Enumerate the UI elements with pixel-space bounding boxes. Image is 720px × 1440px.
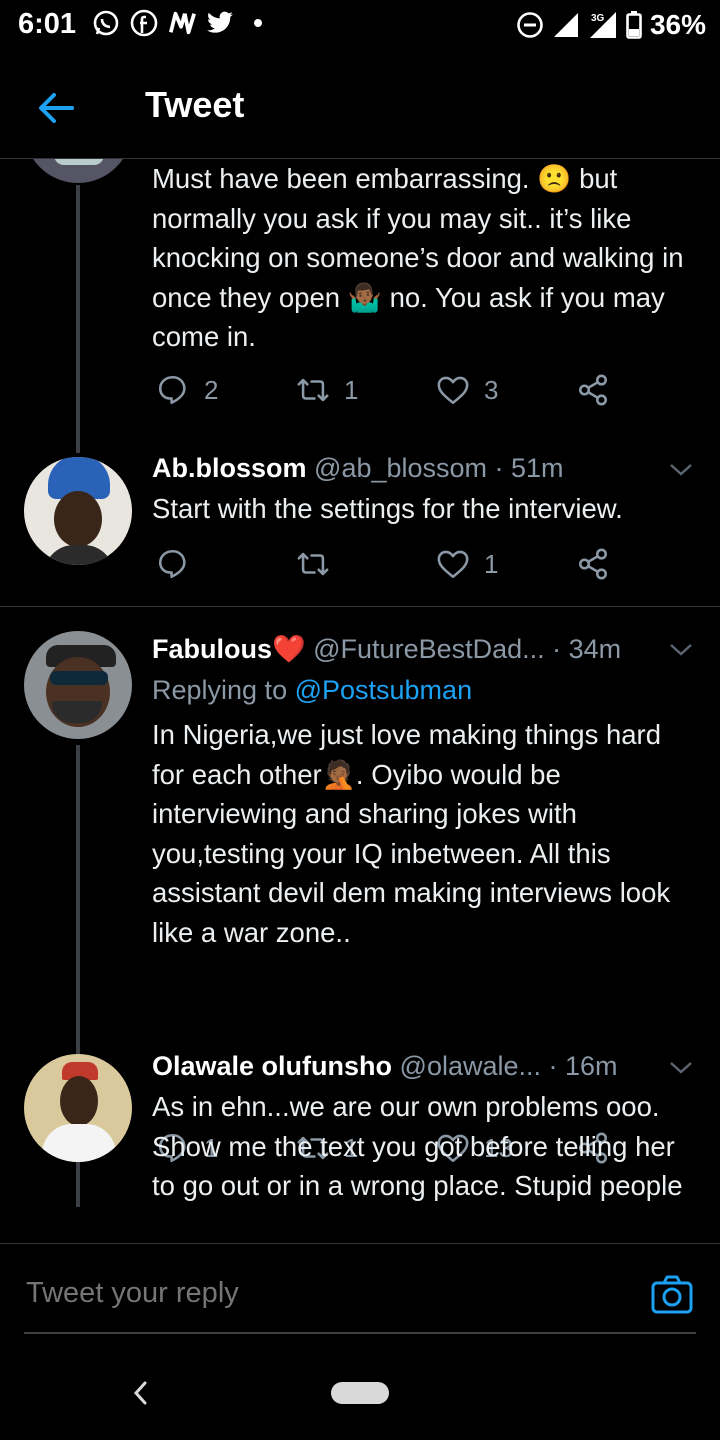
twitter-icon bbox=[206, 9, 234, 37]
camera-button[interactable] bbox=[650, 1274, 694, 1316]
nav-back-button[interactable] bbox=[128, 1378, 152, 1408]
reply-underline bbox=[24, 1332, 696, 1334]
heart-icon bbox=[437, 376, 469, 405]
arrow-left-icon bbox=[39, 93, 74, 123]
display-name[interactable]: Ab.blossom bbox=[152, 453, 307, 483]
reply-button[interactable]: 2 bbox=[156, 373, 218, 407]
svg-text:3G: 3G bbox=[591, 13, 605, 24]
retweet-icon bbox=[297, 552, 329, 576]
like-button[interactable]: 1 bbox=[436, 547, 498, 581]
like-count: 1 bbox=[484, 548, 499, 579]
share-button[interactable] bbox=[576, 373, 610, 407]
replying-to-label: Replying to bbox=[152, 675, 295, 705]
do-not-disturb-icon bbox=[517, 12, 543, 38]
avatar[interactable] bbox=[24, 159, 132, 183]
avatar[interactable] bbox=[24, 631, 132, 739]
mention-link[interactable]: @Postsubman bbox=[295, 675, 473, 705]
tweet-header: Ab.blossom @ab_blossom · 51m bbox=[152, 453, 672, 484]
avatar[interactable] bbox=[24, 1054, 132, 1162]
reply-composer bbox=[0, 1243, 720, 1344]
signal-3g-icon: 3G bbox=[589, 12, 616, 38]
reply-button[interactable] bbox=[156, 547, 204, 581]
status-time: 6:01 bbox=[18, 8, 77, 40]
battery-percent: 36% bbox=[649, 9, 706, 40]
heart-icon bbox=[437, 550, 469, 579]
notification-icons bbox=[92, 9, 272, 37]
status-bar: 6:01 3G 36% bbox=[0, 0, 720, 50]
tweet-text: Must have been embarrassing. 🙁 but norma… bbox=[152, 163, 684, 352]
tweet-header: Olawale olufunsho @olawale... · 16m bbox=[152, 1051, 672, 1082]
whatsapp-icon bbox=[92, 9, 120, 37]
like-button[interactable]: 3 bbox=[436, 373, 498, 407]
chevron-down-icon[interactable] bbox=[668, 461, 694, 479]
tweet-item[interactable]: Must have been embarrassing. 🙁 but norma… bbox=[0, 159, 720, 459]
tweet-item[interactable]: Fabulous❤️ @FutureBestDad... · 34m Reply… bbox=[0, 629, 720, 1207]
system-nav-bar bbox=[0, 1350, 720, 1440]
news-icon bbox=[168, 9, 196, 37]
signal-icon bbox=[553, 13, 578, 37]
share-button[interactable] bbox=[576, 547, 610, 581]
share-icon bbox=[578, 374, 608, 406]
tweet-item[interactable]: Ab.blossom @ab_blossom · 51m Start with … bbox=[0, 449, 720, 605]
facebook-icon bbox=[130, 9, 158, 37]
reply-icon bbox=[158, 549, 186, 579]
like-count: 3 bbox=[484, 374, 499, 405]
camera-icon bbox=[651, 1275, 693, 1314]
back-button[interactable] bbox=[34, 86, 78, 130]
thread-line bbox=[76, 185, 80, 453]
tweet-actions: 1 bbox=[152, 547, 632, 587]
replying-to: Replying to @Postsubman bbox=[152, 675, 472, 706]
retweet-icon bbox=[297, 378, 329, 402]
nav-home-pill[interactable] bbox=[331, 1382, 389, 1404]
retweet-count: 1 bbox=[344, 374, 359, 405]
tweet-item[interactable]: Olawale olufunsho @olawale... · 16m As i… bbox=[0, 1047, 720, 1242]
chevron-down-icon[interactable] bbox=[668, 1059, 694, 1077]
share-icon bbox=[578, 548, 608, 580]
page-title: Tweet bbox=[145, 84, 245, 125]
retweet-button[interactable] bbox=[296, 547, 344, 581]
handle-time: @FutureBestDad... · 34m bbox=[313, 634, 622, 664]
tweet-text: As in ehn...we are our own problems ooo.… bbox=[152, 1091, 683, 1201]
reply-input[interactable] bbox=[24, 1276, 628, 1311]
divider bbox=[0, 606, 720, 607]
reply-count: 2 bbox=[204, 374, 219, 405]
reply-icon bbox=[158, 375, 186, 405]
tweet-actions: 2 1 3 bbox=[152, 373, 632, 413]
avatar[interactable] bbox=[24, 457, 132, 565]
tweet-feed[interactable]: Must have been embarrassing. 🙁 but norma… bbox=[0, 159, 720, 1242]
battery-icon bbox=[626, 11, 642, 39]
handle-time: @ab_blossom · 51m bbox=[314, 453, 564, 483]
tweet-text: Start with the settings for the intervie… bbox=[152, 493, 623, 524]
chevron-left-icon bbox=[133, 1381, 147, 1405]
retweet-button[interactable]: 1 bbox=[296, 373, 358, 407]
display-name[interactable]: Olawale olufunsho bbox=[152, 1051, 392, 1081]
handle-time: @olawale... · 16m bbox=[399, 1051, 618, 1081]
display-name[interactable]: Fabulous❤️ bbox=[152, 634, 306, 664]
app-bar: Tweet bbox=[0, 58, 720, 159]
tweet-text: In Nigeria,we just love making things ha… bbox=[152, 719, 671, 948]
system-icons: 3G 36% bbox=[516, 9, 706, 41]
dot-icon bbox=[244, 9, 272, 37]
tweet-header: Fabulous❤️ @FutureBestDad... · 34m bbox=[152, 633, 672, 665]
chevron-down-icon[interactable] bbox=[668, 641, 694, 659]
